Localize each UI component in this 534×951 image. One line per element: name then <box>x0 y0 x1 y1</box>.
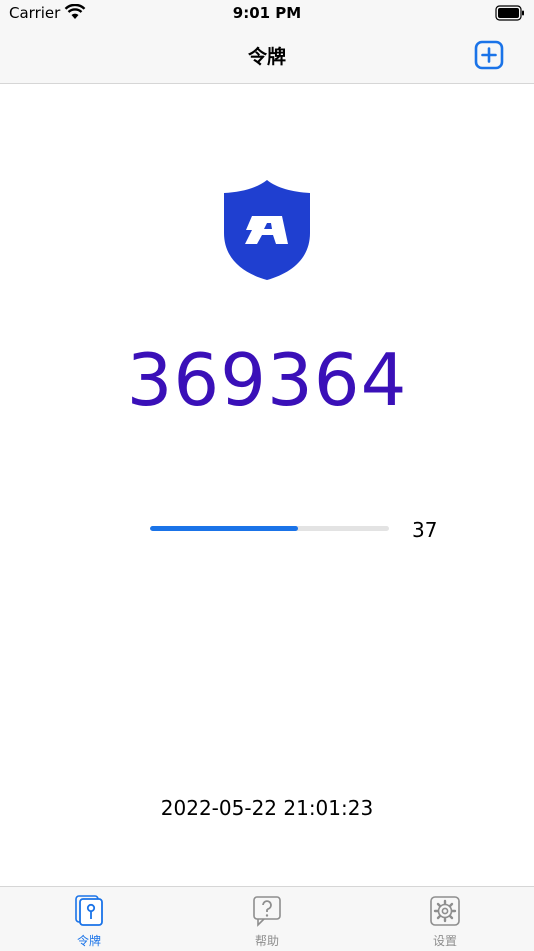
tab-help-label: 帮助 <box>254 934 279 948</box>
help-icon <box>253 896 281 927</box>
navigation-bar: 令牌 <box>0 28 534 84</box>
status-time: 9:01 PM <box>232 4 302 22</box>
tab-token[interactable]: 令牌 <box>0 887 178 951</box>
battery-icon <box>495 5 524 21</box>
countdown-progress-bar <box>150 526 389 531</box>
tab-bar: 令牌 帮助 设置 <box>0 886 534 951</box>
tab-settings-label: 设置 <box>432 934 457 948</box>
status-bar: Carrier 9:01 PM <box>0 0 534 28</box>
current-timestamp: 2022-05-22 21:01:23 <box>160 796 374 820</box>
tab-settings[interactable]: 设置 <box>356 887 534 951</box>
page-title: 令牌 <box>247 46 286 68</box>
add-token-button[interactable] <box>474 40 504 70</box>
countdown-progress-fill <box>150 526 299 531</box>
shield-logo-icon <box>224 180 310 280</box>
tab-token-label: 令牌 <box>76 934 101 948</box>
token-icon <box>75 895 103 926</box>
tab-help[interactable]: 帮助 <box>178 887 356 951</box>
gear-icon <box>430 896 460 926</box>
token-code: 369364 <box>126 338 408 422</box>
countdown-seconds: 37 <box>412 518 438 542</box>
